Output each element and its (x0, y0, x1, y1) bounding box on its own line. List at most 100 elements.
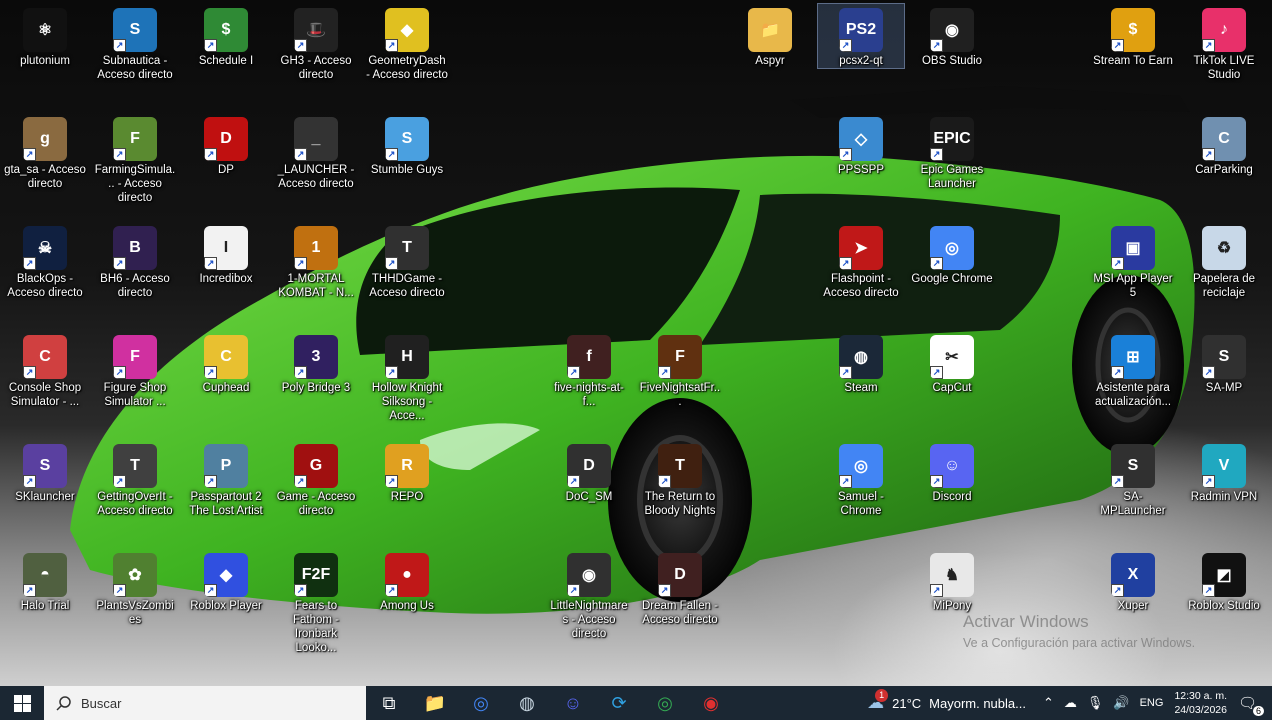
search-placeholder: Buscar (81, 695, 122, 711)
desktop-icon-game-acceso-directo[interactable]: G ↗ Game - Acceso directo (273, 440, 359, 518)
desktop-icon-dp[interactable]: D ↗ DP (183, 113, 269, 177)
shortcut-arrow-icon: ↗ (839, 475, 852, 488)
desktop-icon-doc-sm[interactable]: D ↗ DoC_SM (546, 440, 632, 504)
desktop-icon-roblox-player[interactable]: ◆ ↗ Roblox Player (183, 549, 269, 613)
desktop-icon-console-shop-simulator[interactable]: C ↗ Console Shop Simulator - ... (2, 331, 88, 409)
desktop-icon-among-us[interactable]: ● ↗ Among Us (364, 549, 450, 613)
desktop-icon-sklauncher[interactable]: S ↗ SKlauncher (2, 440, 88, 504)
folder-icon: 📁 (748, 8, 792, 52)
dragon-icon: 1 ↗ (294, 226, 338, 270)
roblox-icon: ◆ ↗ (204, 553, 248, 597)
taskbar-app-discord[interactable]: ☺ (550, 686, 596, 720)
desktop-icon-ppsspp[interactable]: ◇ ↗ PPSSPP (818, 113, 904, 177)
desktop-icon-flashpoint-acceso-directo[interactable]: ➤ ↗ Flashpoint - Acceso directo (818, 222, 904, 300)
desktop-icon-pcsx2-qt[interactable]: PS2 ↗ pcsx2-qt (817, 3, 905, 69)
shortcut-arrow-icon: ↗ (567, 366, 580, 379)
taskbar-app-task-view[interactable]: ⧉ (366, 686, 412, 720)
desktop-icon-papelera-de-reciclaje[interactable]: ♻ Papelera de reciclaje (1181, 222, 1267, 300)
desktop-icon-blackops-acceso-directo[interactable]: ☠ ↗ BlackOps - Acceso directo (2, 222, 88, 300)
desktop-icon-the-return-to-bloody-nights[interactable]: T ↗ The Return to Bloody Nights (637, 440, 723, 518)
desktop-icon-fivenightsatfr[interactable]: F ↗ FiveNightsatFr... (637, 331, 723, 409)
msi-icon: ▣ ↗ (1111, 226, 1155, 270)
taskbar-app-record[interactable]: ◉ (688, 686, 734, 720)
chevron-up-icon[interactable]: ⌃ (1043, 695, 1054, 711)
desktop-icon-radmin-vpn[interactable]: V ↗ Radmin VPN (1181, 440, 1267, 504)
desktop-icon-gettingoverit-acceso-directo[interactable]: T ↗ GettingOverIt - Acceso directo (92, 440, 178, 518)
desktop-icon-figure-shop-simulator[interactable]: F ↗ Figure Shop Simulator ... (92, 331, 178, 409)
desktop-icon-obs-studio[interactable]: ◉ ↗ OBS Studio (909, 4, 995, 68)
desktop-icon-label: Discord (932, 491, 972, 503)
desktop-icon-mipony[interactable]: ♞ ↗ MiPony (909, 549, 995, 613)
desktop-icon-gh3-acceso-directo[interactable]: 🎩 ↗ GH3 - Acceso directo (273, 4, 359, 82)
weather-widget[interactable]: ☁ 1 21°C Mayorm. nubla... (867, 689, 1026, 713)
start-button[interactable] (0, 686, 44, 720)
desktop-icon-asistente-para-actualizaci-n[interactable]: ⊞ ↗ Asistente para actualización... (1090, 331, 1176, 409)
desktop-icon-label: Steam (844, 382, 878, 394)
desktop-icon-cuphead[interactable]: C ↗ Cuphead (183, 331, 269, 395)
desktop-icon-dream-fallen-acceso-directo[interactable]: D ↗ Dream Fallen - Acceso directo (637, 549, 723, 627)
search-box[interactable]: Buscar (44, 686, 366, 720)
desktop-icon-epic-games-launcher[interactable]: EPIC ↗ Epic Games Launcher (909, 113, 995, 191)
desktop-icon-five-nights-at-f[interactable]: f ↗ five-nights-at-f... (546, 331, 632, 409)
incredibox-icon: I ↗ (204, 226, 248, 270)
desktop-icon-label: GettingOverIt - Acceso directo (97, 491, 173, 517)
desktop-icon-geometrydash-acceso-directo[interactable]: ◆ ↗ GeometryDash - Acceso directo (364, 4, 450, 82)
taskbar: Buscar ⧉ 📁 ◎ ◍ ☺ ⟳ ◎ ◉ ☁ 1 21°C Mayorm. nubla..… (0, 686, 1272, 720)
desktop-icon-bh6-acceso-directo[interactable]: B ↗ BH6 - Acceso directo (92, 222, 178, 300)
desktop-icon-halo-trial[interactable]: ◓ ↗ Halo Trial (2, 549, 88, 613)
desktop-icon-capcut[interactable]: ✂ ↗ CapCut (909, 331, 995, 395)
desktop-icon-schedule-i[interactable]: $ ↗ Schedule I (183, 4, 269, 68)
shortcut-arrow-icon: ↗ (839, 366, 852, 379)
shortcut-arrow-icon: ↗ (930, 39, 943, 52)
taskbar-app-steam[interactable]: ◍ (504, 686, 550, 720)
top-hat-icon: 🎩 ↗ (294, 8, 338, 52)
desktop-icon-discord[interactable]: ☺ ↗ Discord (909, 440, 995, 504)
desktop[interactable]: ⚛ plutonium S ↗ Subnautica - Acceso directo $… (0, 0, 1272, 686)
desktop-icon-samuel-chrome[interactable]: ◎ ↗ Samuel - Chrome (818, 440, 904, 518)
taskbar-app-chrome-profile[interactable]: ◎ (642, 686, 688, 720)
desktop-icon-msi-app-player-5[interactable]: ▣ ↗ MSI App Player 5 (1090, 222, 1176, 300)
desktop-icon-aspyr[interactable]: 📁 Aspyr (727, 4, 813, 68)
taskbar-app-chrome[interactable]: ◎ (458, 686, 504, 720)
shortcut-arrow-icon: ↗ (294, 148, 307, 161)
desktop-icon-stumble-guys[interactable]: S ↗ Stumble Guys (364, 113, 450, 177)
desktop-icon-subnautica-acceso-directo[interactable]: S ↗ Subnautica - Acceso directo (92, 4, 178, 82)
desktop-icon-label: The Return to Bloody Nights (644, 491, 716, 517)
desktop-icon-gta-sa-acceso-directo[interactable]: g ↗ gta_sa - Acceso directo (2, 113, 88, 191)
desktop-icon-carparking[interactable]: C ↗ CarParking (1181, 113, 1267, 177)
desktop-icon-poly-bridge-3[interactable]: 3 ↗ Poly Bridge 3 (273, 331, 359, 395)
desktop-icon-repo[interactable]: R ↗ REPO (364, 440, 450, 504)
taskbar-app-sync[interactable]: ⟳ (596, 686, 642, 720)
volume-icon[interactable]: 🔊 (1113, 695, 1129, 711)
desktop-icon-1-mortal-kombat-n[interactable]: 1 ↗ 1-MORTAL KOMBAT - N... (273, 222, 359, 300)
desktop-icon-stream-to-earn[interactable]: $ ↗ Stream To Earn (1090, 4, 1176, 68)
clock[interactable]: 12:30 a. m. 24/03/2026 (1174, 689, 1227, 717)
network-icon[interactable]: ☁ (1064, 695, 1077, 711)
desktop-icon-thhdgame-acceso-directo[interactable]: T ↗ THHDGame - Acceso directo (364, 222, 450, 300)
desktop-icon-passpartout-2-the-lost-artist[interactable]: P ↗ Passpartout 2 The Lost Artist (183, 440, 269, 518)
desktop-icon-sa-mp[interactable]: S ↗ SA-MP (1181, 331, 1267, 395)
desktop-icon-fears-to-fathom-ironbark-looko[interactable]: F2F ↗ Fears to Fathom - Ironbark Looko... (273, 549, 359, 655)
desktop-icon-label: Aspyr (755, 55, 785, 67)
desktop-icon-sa-mplauncher[interactable]: S ↗ SA-MPLauncher (1090, 440, 1176, 518)
notification-center[interactable]: 🗨 6 (1238, 694, 1264, 716)
desktop-icon-roblox-studio[interactable]: ◩ ↗ Roblox Studio (1181, 549, 1267, 613)
desktop-icon-launcher-acceso-directo[interactable]: _ ↗ _LAUNCHER - Acceso directo (273, 113, 359, 191)
desktop-icon-tiktok-live-studio[interactable]: ♪ ↗ TikTok LIVE Studio (1181, 4, 1267, 82)
desktop-icon-label: LittleNightmares - Acceso directo (550, 600, 628, 640)
microphone-icon[interactable]: 🎙 (1087, 695, 1104, 711)
desktop-icon-google-chrome[interactable]: ◎ ↗ Google Chrome (909, 222, 995, 286)
desktop-icon-steam[interactable]: ◍ ↗ Steam (818, 331, 904, 395)
desktop-icon-plutonium[interactable]: ⚛ plutonium (2, 4, 88, 68)
desktop-icon-label: MSI App Player 5 (1093, 273, 1173, 299)
desktop-icon-farmingsimula-acceso-directo[interactable]: F ↗ FarmingSimula... - Acceso directo (92, 113, 178, 205)
language-indicator[interactable]: ENG (1140, 697, 1164, 709)
desktop-icon-plantsvszombies[interactable]: ✿ ↗ PlantsVsZombies (92, 549, 178, 627)
desktop-icon-hollow-knight-silksong-acce[interactable]: H ↗ Hollow Knight Silksong - Acce... (364, 331, 450, 423)
desktop-icon-littlenightmares-acceso-directo[interactable]: ◉ ↗ LittleNightmares - Acceso directo (546, 549, 632, 641)
taskbar-app-file-explorer[interactable]: 📁 (412, 686, 458, 720)
atom-icon: ⚛ (23, 8, 67, 52)
desktop-icon-xuper[interactable]: X ↗ Xuper (1090, 549, 1176, 613)
desktop-icon-incredibox[interactable]: I ↗ Incredibox (183, 222, 269, 286)
sklauncher-icon: S ↗ (23, 444, 67, 488)
